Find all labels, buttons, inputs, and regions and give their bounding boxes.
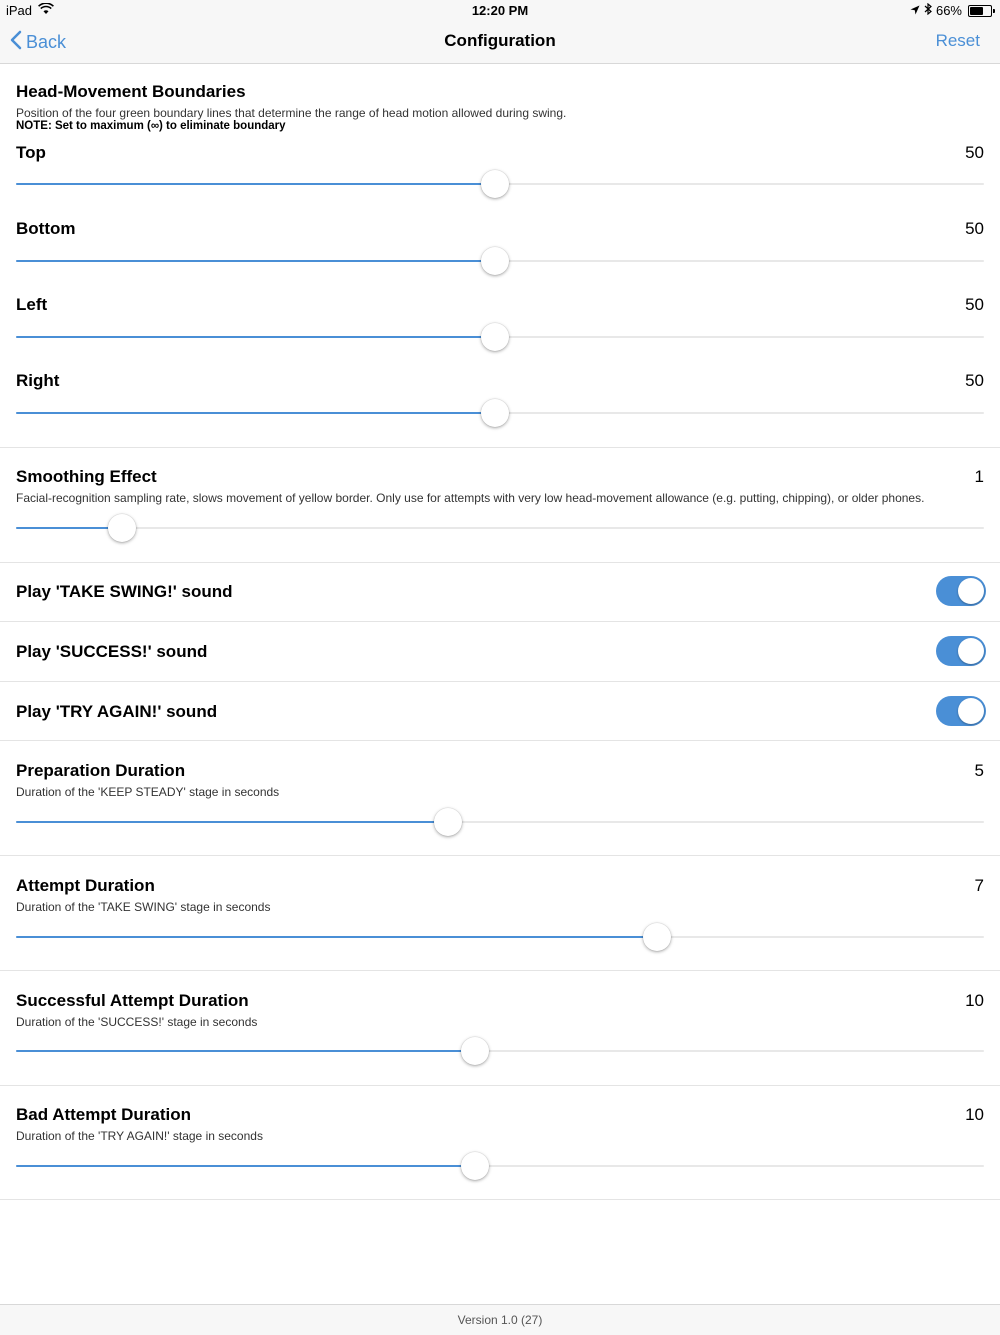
duration-value-bad-attempt: 10 bbox=[965, 1105, 984, 1124]
bottom-boundary-slider[interactable] bbox=[16, 246, 984, 276]
successful-attempt-duration-slider[interactable] bbox=[16, 1036, 984, 1066]
smoothing-value: 1 bbox=[974, 467, 984, 486]
section-divider bbox=[0, 1199, 1000, 1200]
toggle-label-success: Play 'SUCCESS!' sound bbox=[16, 642, 208, 661]
location-icon bbox=[910, 3, 920, 18]
slider-value-left: 50 bbox=[965, 295, 984, 314]
slider-label-top: Top bbox=[16, 143, 46, 162]
bluetooth-icon bbox=[924, 2, 932, 18]
boundary-note: NOTE: Set to maximum (∞) to eliminate bo… bbox=[16, 120, 286, 132]
slider-fill bbox=[16, 936, 657, 938]
duration-title-preparation: Preparation Duration bbox=[16, 761, 186, 780]
bad-attempt-duration-slider[interactable] bbox=[16, 1151, 984, 1181]
navigation-bar: Back Configuration Reset bbox=[0, 22, 1000, 64]
section-divider bbox=[0, 855, 1000, 856]
right-boundary-slider[interactable] bbox=[16, 398, 984, 428]
section-divider bbox=[0, 447, 1000, 448]
row-divider bbox=[0, 681, 1000, 682]
duration-description-bad-attempt: Duration of the 'TRY AGAIN!' stage in se… bbox=[16, 1129, 263, 1143]
slider-label-bottom: Bottom bbox=[16, 219, 76, 238]
take-swing-sound-toggle[interactable] bbox=[936, 576, 986, 606]
slider-fill bbox=[16, 183, 496, 185]
section-divider bbox=[0, 970, 1000, 971]
slider-thumb[interactable] bbox=[481, 170, 510, 198]
section-divider bbox=[0, 1085, 1000, 1086]
version-footer: Version 1.0 (27) bbox=[0, 1304, 1000, 1335]
slider-value-top: 50 bbox=[965, 143, 984, 162]
slider-fill bbox=[16, 527, 123, 529]
slider-thumb[interactable] bbox=[433, 808, 462, 836]
duration-description-preparation: Duration of the 'KEEP STEADY' stage in s… bbox=[16, 785, 280, 799]
slider-thumb[interactable] bbox=[460, 1037, 489, 1065]
smoothing-description: Facial-recognition sampling rate, slows … bbox=[16, 491, 925, 505]
success-sound-toggle[interactable] bbox=[936, 636, 986, 666]
toggle-knob bbox=[958, 578, 984, 604]
slider-fill bbox=[16, 412, 496, 414]
section-title-head-movement: Head-Movement Boundaries bbox=[16, 82, 246, 101]
slider-value-bottom: 50 bbox=[965, 219, 984, 238]
status-right: 66% bbox=[910, 2, 995, 18]
slider-thumb[interactable] bbox=[481, 323, 510, 351]
duration-title-successful-attempt: Successful Attempt Duration bbox=[16, 991, 249, 1010]
smoothing-title: Smoothing Effect bbox=[16, 467, 157, 486]
slider-value-right: 50 bbox=[965, 371, 984, 390]
slider-thumb[interactable] bbox=[108, 514, 137, 542]
duration-title-bad-attempt: Bad Attempt Duration bbox=[16, 1105, 192, 1124]
slider-label-left: Left bbox=[16, 295, 48, 314]
duration-description-attempt: Duration of the 'TAKE SWING' stage in se… bbox=[16, 900, 271, 914]
slider-fill bbox=[16, 821, 448, 823]
status-time: 12:20 PM bbox=[471, 3, 529, 18]
try-again-sound-toggle[interactable] bbox=[936, 696, 986, 726]
duration-description-successful-attempt: Duration of the 'SUCCESS!' stage in seco… bbox=[16, 1015, 258, 1029]
toggle-knob bbox=[958, 698, 984, 724]
preparation-duration-slider[interactable] bbox=[16, 807, 984, 837]
row-divider bbox=[0, 621, 1000, 622]
slider-fill bbox=[16, 1050, 475, 1052]
slider-thumb[interactable] bbox=[460, 1152, 489, 1180]
left-boundary-slider[interactable] bbox=[16, 322, 984, 352]
status-bar: iPad 12:20 PM 66% bbox=[0, 0, 1000, 22]
slider-track bbox=[16, 527, 984, 529]
slider-thumb[interactable] bbox=[481, 399, 510, 427]
slider-thumb[interactable] bbox=[642, 923, 671, 951]
slider-fill bbox=[16, 336, 496, 338]
toggle-label-try-again: Play 'TRY AGAIN!' sound bbox=[16, 702, 218, 721]
duration-value-successful-attempt: 10 bbox=[965, 991, 984, 1010]
battery-icon bbox=[968, 4, 995, 17]
attempt-duration-slider[interactable] bbox=[16, 922, 984, 952]
section-divider bbox=[0, 562, 1000, 563]
battery-percent: 66% bbox=[935, 3, 962, 18]
slider-fill bbox=[16, 1165, 475, 1167]
slider-label-right: Right bbox=[16, 371, 60, 390]
toggle-label-take-swing: Play 'TAKE SWING!' sound bbox=[16, 582, 233, 601]
smoothing-slider[interactable] bbox=[16, 513, 984, 543]
row-divider bbox=[0, 740, 1000, 741]
duration-value-attempt: 7 bbox=[974, 876, 984, 895]
slider-fill bbox=[16, 260, 496, 262]
slider-thumb[interactable] bbox=[481, 247, 510, 275]
duration-value-preparation: 5 bbox=[974, 761, 984, 780]
reset-button[interactable]: Reset bbox=[936, 31, 980, 51]
toggle-knob bbox=[958, 638, 984, 664]
page-title: Configuration bbox=[444, 31, 556, 50]
duration-title-attempt: Attempt Duration bbox=[16, 876, 155, 895]
top-boundary-slider[interactable] bbox=[16, 169, 984, 199]
section-description-head-movement: Position of the four green boundary line… bbox=[16, 106, 567, 120]
